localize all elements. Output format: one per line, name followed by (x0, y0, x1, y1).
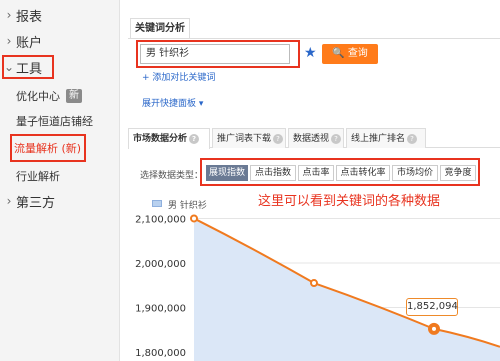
input-highlight-box (136, 40, 300, 68)
line-chart: 2,100,000 2,000,000 1,900,000 1,800,000 (135, 214, 500, 361)
tab-label: 数据透视 (293, 134, 330, 144)
sidebar-item-account[interactable]: › 账户 (0, 32, 120, 51)
main-content: 关键词分析 男 针织衫 ★ 🔍 查询 + 添加对比关键词 展开快捷面板 ▾ 市场… (128, 0, 500, 361)
help-icon[interactable]: ? (407, 133, 418, 144)
divider (128, 38, 500, 39)
sidebar-item-quantum[interactable]: 量子恒道店铺经 (0, 113, 120, 129)
expand-panel-link[interactable]: 展开快捷面板 ▾ (142, 96, 203, 109)
tab-bar: 市场数据分析? 推广词表下载? 数据透视? 线上推广排名? (128, 128, 500, 149)
sidebar-item-optimize-center[interactable]: 优化中心 新 (0, 88, 120, 104)
data-point[interactable] (310, 279, 318, 288)
tab-keyword-download[interactable]: 推广词表下载? (212, 128, 286, 148)
sidebar-item-label: 报表 (16, 9, 43, 25)
chevron-right-icon: › (6, 194, 12, 208)
y-tick-label: 1,900,000 (135, 304, 186, 315)
star-icon[interactable]: ★ (304, 44, 317, 62)
plus-icon: + (142, 73, 150, 83)
caret-down-icon: ▾ (198, 99, 204, 109)
data-type-ctr[interactable]: 点击率 (298, 165, 334, 181)
sidebar-item-label: 优化中心 (16, 90, 60, 103)
query-button[interactable]: 🔍 查询 (322, 44, 378, 64)
sidebar-item-label: 量子恒道店铺经 (16, 115, 93, 128)
sidebar-item-label: 第三方 (16, 195, 56, 211)
tab-market-data[interactable]: 市场数据分析? (128, 128, 210, 149)
tab-data-pivot[interactable]: 数据透视? (288, 128, 344, 148)
y-tick-label: 1,800,000 (135, 348, 186, 359)
help-icon[interactable]: ? (189, 133, 200, 144)
query-button-label: 查询 (347, 48, 368, 59)
legend-swatch (152, 200, 162, 207)
data-type-impression-index[interactable]: 展现指数 (206, 165, 248, 181)
chart-tooltip: 1,852,094 (406, 298, 458, 316)
sidebar-item-report[interactable]: › 报表 (0, 6, 120, 25)
data-type-label: 选择数据类型： (140, 171, 204, 181)
sidebar: › 报表 › 账户 ⌄ 工具 优化中心 新 量子恒道店铺经 流量解析 (新) 行… (0, 0, 120, 361)
tab-label: 推广词表下载 (217, 134, 272, 144)
data-point[interactable] (190, 214, 198, 223)
data-point-center (432, 326, 436, 331)
annotation-text: 这里可以看到关键词的各种数据 (258, 194, 441, 209)
add-compare-label: 添加对比关键词 (152, 73, 216, 83)
tools-highlight-box (2, 55, 54, 79)
keyword-analysis-tab[interactable]: 关键词分析 (130, 18, 190, 38)
new-badge: 新 (66, 89, 82, 103)
help-icon[interactable]: ? (273, 133, 284, 144)
chart-area-fill (194, 218, 500, 361)
y-tick-label: 2,000,000 (135, 259, 186, 270)
data-type-competition[interactable]: 竞争度 (440, 165, 476, 181)
sidebar-item-label: 行业解析 (16, 170, 60, 183)
tab-online-ranking[interactable]: 线上推广排名? (346, 128, 426, 148)
chevron-right-icon: › (6, 34, 12, 48)
traffic-highlight-box (10, 134, 86, 162)
search-icon: 🔍 (332, 48, 345, 59)
tab-label: 线上推广排名 (351, 134, 406, 144)
data-type-click-index[interactable]: 点击指数 (250, 165, 296, 181)
expand-panel-label: 展开快捷面板 (142, 99, 197, 109)
add-compare-keyword-link[interactable]: + 添加对比关键词 (142, 70, 215, 83)
sidebar-item-industry-analysis[interactable]: 行业解析 (0, 168, 120, 184)
sidebar-item-label: 账户 (16, 35, 43, 51)
chevron-right-icon: › (6, 8, 12, 22)
data-type-conversion-rate[interactable]: 点击转化率 (336, 165, 390, 181)
help-icon[interactable]: ? (331, 133, 342, 144)
tab-label: 市场数据分析 (133, 134, 188, 144)
sidebar-item-third-party[interactable]: › 第三方 (0, 192, 120, 211)
data-type-avg-price[interactable]: 市场均价 (392, 165, 438, 181)
y-tick-label: 2,100,000 (135, 214, 186, 225)
